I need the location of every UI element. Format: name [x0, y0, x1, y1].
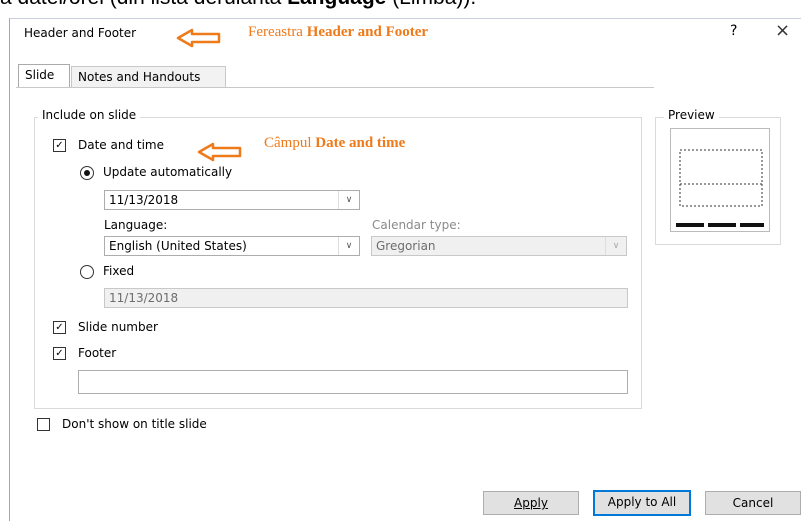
slide-number-label: Slide number [78, 320, 158, 334]
tab-notes-and-handouts[interactable]: Notes and Handouts [71, 66, 226, 88]
window-annotation: Fereastra Header and Footer [248, 24, 429, 40]
page-caption: a datei/orei (din lista derulanta Langua… [0, 0, 801, 20]
dont-show-title-checkbox[interactable] [37, 418, 50, 431]
dialog-title: Header and Footer [24, 26, 137, 40]
tab-slide[interactable]: Slide [18, 64, 70, 88]
chevron-down-icon: ∨ [605, 237, 626, 255]
preview-label: Preview [664, 108, 719, 122]
arrow-left-icon [197, 142, 242, 162]
language-value: English (United States) [109, 239, 247, 253]
dont-show-title-label: Don't show on title slide [62, 417, 207, 431]
fixed-radio[interactable] [80, 265, 94, 279]
update-automatically-label: Update automatically [103, 165, 233, 179]
date-time-label: Date and time [78, 138, 164, 152]
date-format-value: 11/13/2018 [109, 193, 179, 207]
calendar-type-label: Calendar type: [372, 218, 461, 232]
slide-preview-image [670, 128, 770, 232]
fixed-date-value: 11/13/2018 [109, 291, 179, 305]
slide-number-checkbox[interactable]: ✓ [53, 321, 66, 334]
cancel-button[interactable]: Cancel [705, 491, 801, 515]
fixed-date-field: 11/13/2018 [104, 288, 628, 308]
arrow-left-icon [176, 28, 221, 48]
language-label: Language: [104, 218, 168, 232]
update-automatically-radio[interactable] [80, 166, 94, 180]
group-label: Include on slide [38, 108, 141, 122]
apply-label: Apply [514, 496, 548, 510]
apply-to-all-label: Apply to All [607, 495, 677, 509]
fixed-label: Fixed [103, 264, 135, 278]
footer-label: Footer [78, 346, 117, 360]
footer-checkbox[interactable]: ✓ [53, 347, 66, 360]
include-on-slide-group [34, 117, 642, 409]
date-time-checkbox[interactable]: ✓ [53, 139, 66, 152]
close-icon[interactable]: × [775, 20, 790, 41]
chevron-down-icon: ∨ [338, 191, 359, 209]
footer-input[interactable] [78, 370, 628, 394]
language-select[interactable]: English (United States) [104, 236, 360, 256]
help-button[interactable]: ? [730, 23, 737, 39]
field-annotation: Câmpul Date and time [264, 135, 406, 151]
calendar-type-value: Gregorian [376, 239, 436, 253]
calendar-type-select: Gregorian [371, 236, 627, 256]
apply-to-all-button[interactable]: Apply to All [593, 490, 691, 516]
chevron-down-icon: ∨ [338, 237, 359, 255]
tab-panel-border [16, 87, 654, 88]
apply-button[interactable]: Apply [483, 491, 579, 515]
date-format-select[interactable]: 11/13/2018 [104, 190, 360, 210]
